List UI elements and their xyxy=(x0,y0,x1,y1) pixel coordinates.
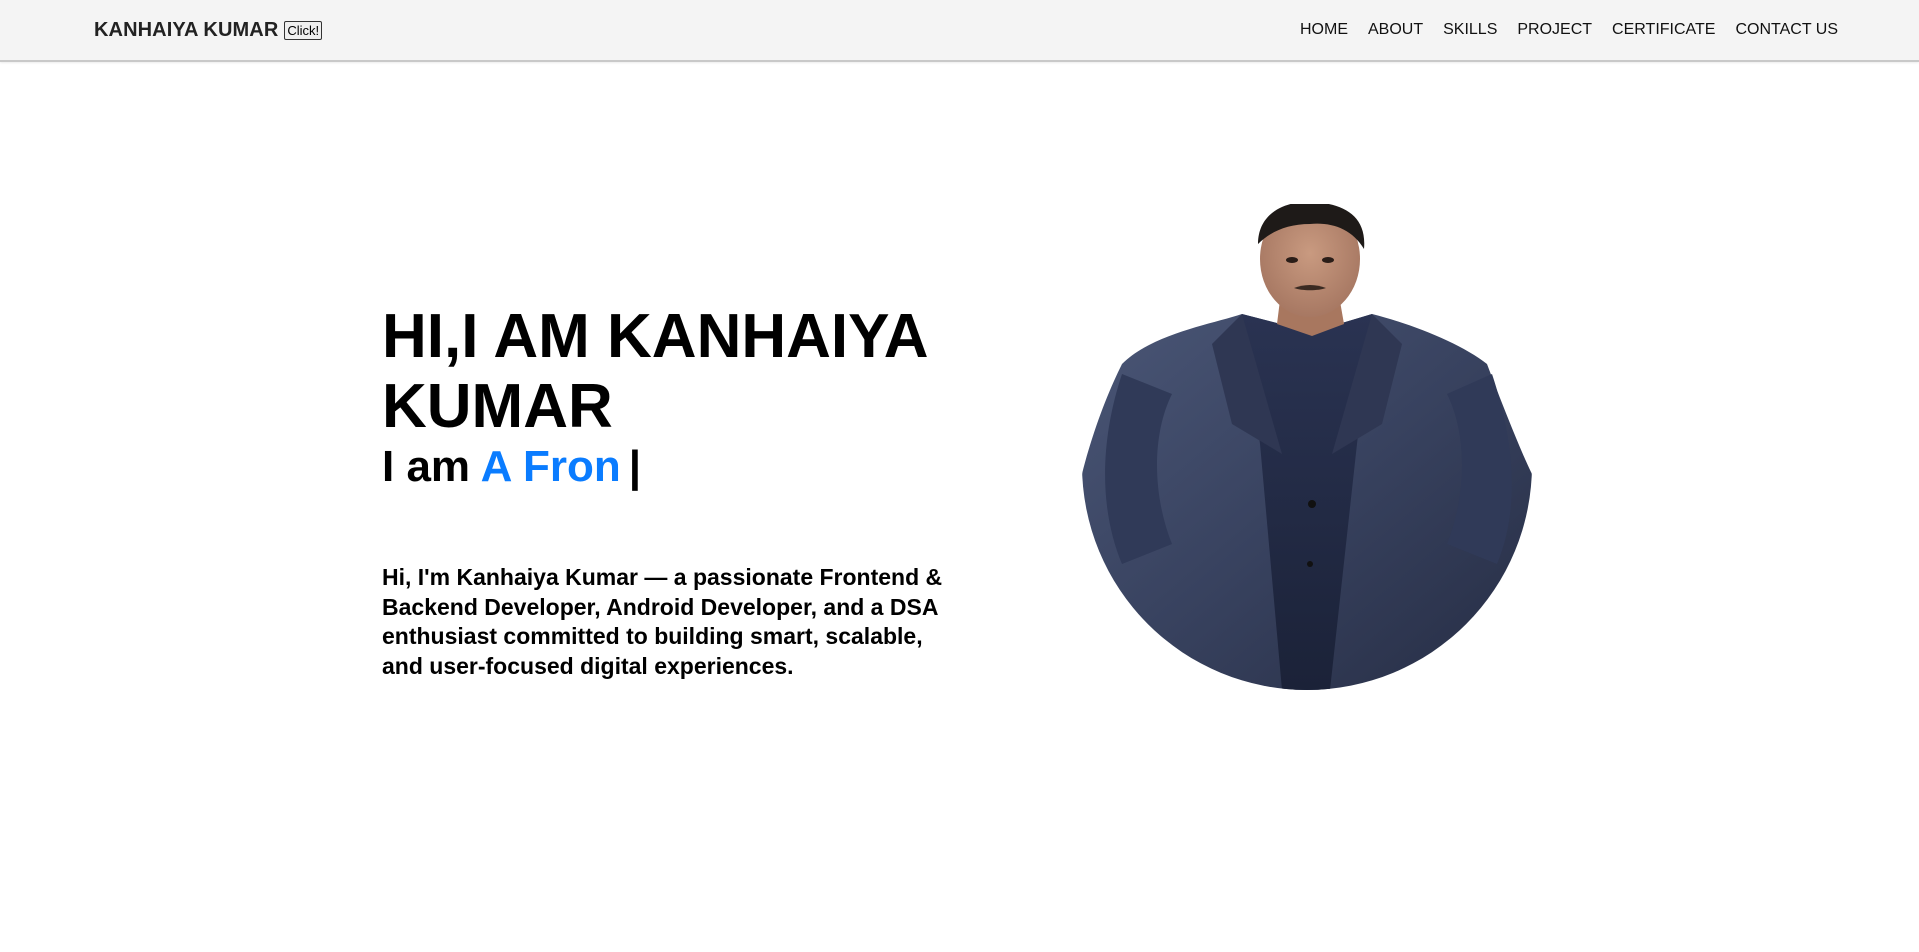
hero-heading: HI,I AM KANHAIYA KUMAR xyxy=(382,302,962,442)
click-button[interactable]: Click! xyxy=(284,21,323,40)
nav-link-contact-us[interactable]: CONTACT US xyxy=(1735,21,1838,39)
nav-link-home[interactable]: HOME xyxy=(1300,21,1348,39)
typed-prefix: I am xyxy=(382,442,481,491)
navbar: KANHAIYA KUMAR Click! HOME ABOUT SKILLS … xyxy=(0,0,1919,62)
brand: KANHAIYA KUMAR Click! xyxy=(94,19,323,42)
nav-menu: HOME ABOUT SKILLS PROJECT CERTIFICATE CO… xyxy=(1280,21,1838,39)
brand-name[interactable]: KANHAIYA KUMAR xyxy=(94,19,278,42)
hero-heading-line1: HI,I AM KANHAIYA xyxy=(382,302,929,371)
hero-intro: HI,I AM KANHAIYA KUMAR I am A Fron | xyxy=(382,302,962,494)
nav-link-project[interactable]: PROJECT xyxy=(1517,21,1592,39)
typing-caret: | xyxy=(628,442,642,491)
nav-link-skills[interactable]: SKILLS xyxy=(1443,21,1497,39)
nav-link-certificate[interactable]: CERTIFICATE xyxy=(1612,21,1715,39)
hero-heading-line2: KUMAR xyxy=(382,372,613,441)
profile-photo xyxy=(1082,204,1532,690)
typed-role-text: A Fron xyxy=(480,442,621,491)
hero-description: Hi, I'm Kanhaiya Kumar — a passionate Fr… xyxy=(382,564,943,679)
typed-role-line: I am A Fron | xyxy=(382,440,962,494)
nav-link-about[interactable]: ABOUT xyxy=(1368,21,1423,39)
